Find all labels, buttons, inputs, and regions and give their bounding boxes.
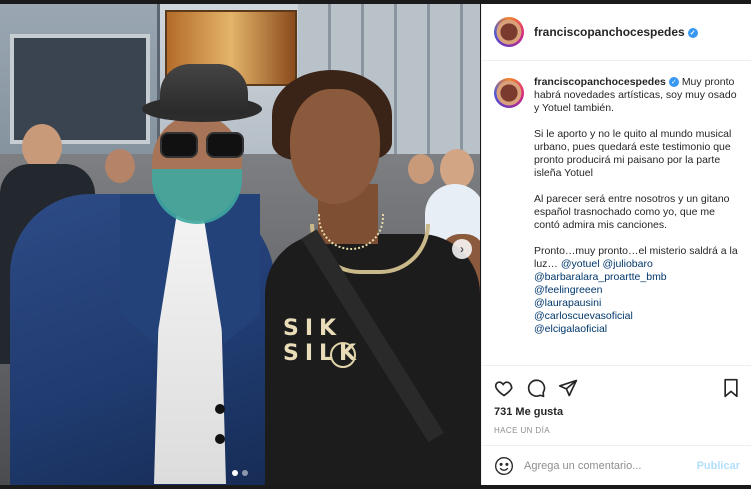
- carousel-dot: [232, 470, 238, 476]
- emoji-icon[interactable]: [494, 456, 514, 476]
- carousel-dots: [232, 470, 248, 476]
- avatar[interactable]: [494, 78, 524, 108]
- post-modal: SIK SILK › franciscopanchocespedes ✓ fran…: [0, 0, 751, 489]
- mention-link[interactable]: @yotuel: [561, 258, 600, 270]
- publish-button[interactable]: Publicar: [697, 460, 740, 472]
- caption-paragraph-2: Si le aporto y no le quito al mundo musi…: [534, 128, 732, 179]
- post-side-panel: franciscopanchocespedes ✓ franciscopancho…: [481, 4, 751, 485]
- header-username[interactable]: franciscopanchocespedes ✓: [534, 25, 698, 39]
- mention-link[interactable]: @feelingreeen: [534, 284, 739, 297]
- share-icon[interactable]: [558, 378, 578, 398]
- chevron-right-icon[interactable]: ›: [452, 239, 472, 259]
- caption-area: franciscopanchocespedes ✓ Muy pronto habr…: [482, 62, 751, 364]
- post-actions: 731 Me gusta HACE UN DÍA: [482, 365, 751, 435]
- post-photo: SIK SILK ›: [0, 4, 480, 485]
- carousel-dot: [242, 470, 248, 476]
- verified-badge-icon: ✓: [687, 27, 698, 38]
- tank-emblem: [330, 342, 356, 368]
- caption-paragraph-3: Al parecer será entre nosotros y un gita…: [534, 193, 730, 231]
- caption-username[interactable]: franciscopanchocespedes: [534, 76, 666, 88]
- mention-link[interactable]: @barbaralara_proartte_bmb: [534, 271, 739, 284]
- mention-link[interactable]: @elcigalaoficial: [534, 323, 739, 336]
- comment-input[interactable]: [524, 459, 697, 472]
- caption-text: franciscopanchocespedes ✓ Muy pronto habr…: [534, 76, 739, 336]
- mention-link[interactable]: @carloscuevasoficial: [534, 310, 739, 323]
- sunglasses: [160, 132, 250, 158]
- post-header: franciscopanchocespedes ✓: [482, 4, 751, 61]
- post-timestamp[interactable]: HACE UN DÍA: [494, 426, 740, 435]
- man-face-right: [290, 89, 380, 204]
- comment-icon[interactable]: [526, 378, 546, 398]
- mention-link[interactable]: @laurapausini: [534, 297, 739, 310]
- add-comment-bar: Publicar: [482, 445, 751, 485]
- avatar[interactable]: [494, 17, 524, 47]
- mention-link[interactable]: @juliobaro: [602, 258, 652, 270]
- verified-badge-icon: ✓: [668, 77, 679, 88]
- bookmark-icon[interactable]: [722, 378, 740, 398]
- heart-icon[interactable]: [494, 378, 514, 398]
- like-count[interactable]: 731 Me gusta: [494, 406, 740, 418]
